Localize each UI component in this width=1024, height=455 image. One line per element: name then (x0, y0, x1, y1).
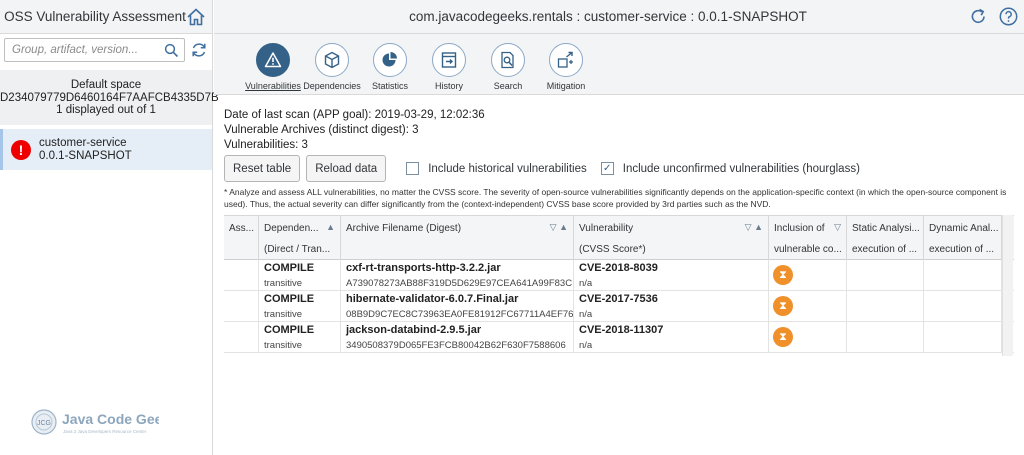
tab-label: History (434, 81, 463, 91)
archives-text: Vulnerable Archives (distinct digest): 3 (224, 124, 419, 136)
cell-inclusion: ⧗ (769, 291, 847, 322)
error-icon: ! (11, 139, 31, 160)
mitigation-icon (557, 51, 573, 68)
cell-static (847, 291, 924, 322)
tab-search[interactable]: Search (478, 43, 538, 91)
list-item-customer-service[interactable]: ! customer-service 0.0.1-SNAPSHOT (0, 129, 212, 170)
table-row[interactable]: COMPILE transitive jackson-databind-2.9.… (224, 322, 1014, 353)
cell-inclusion: ⧗ (769, 322, 847, 353)
cell-archive: hibernate-validator-6.0.7.Final.jar 08B9… (341, 291, 574, 322)
filter-icon[interactable]: ▽ (834, 222, 841, 233)
cell-assessment (224, 322, 259, 353)
hourglass-icon: ⧗ (773, 296, 793, 316)
reload-icon[interactable] (969, 7, 988, 26)
space-info: Default space D234079779D6460164F7AAFCB4… (0, 70, 219, 125)
column-static-analysis[interactable]: Static Analysi... execution of ... (847, 216, 924, 260)
sort-icon[interactable]: ▲ (326, 222, 335, 232)
column-assessment[interactable]: Ass... (224, 216, 259, 260)
cell-dynamic (924, 291, 1002, 322)
item-name: customer-service (39, 137, 127, 149)
column-vulnerability[interactable]: Vulnerability (CVSS Score*) ▽ ▲ (574, 216, 769, 260)
hourglass-icon: ⧗ (773, 265, 793, 285)
vulnerabilities-table: Ass... Dependen... (Direct / Tran... ▲ A… (224, 215, 1014, 353)
home-icon[interactable] (186, 7, 206, 27)
search-icon[interactable] (164, 43, 179, 58)
historical-checkbox[interactable] (406, 162, 420, 175)
logo-badge: JCG (37, 420, 51, 427)
cell-archive: jackson-databind-2.9.5.jar 3490508379D06… (341, 322, 574, 353)
reset-table-button[interactable]: Reset table (224, 155, 301, 182)
hourglass-icon: ⧗ (773, 327, 793, 347)
cell-archive: cxf-rt-transports-http-3.2.2.jar A739078… (341, 260, 574, 291)
item-version: 0.0.1-SNAPSHOT (39, 149, 132, 162)
space-name: Default space (70, 79, 142, 91)
cell-inclusion: ⧗ (769, 260, 847, 291)
tab-label: Vulnerabilities (245, 81, 301, 91)
history-icon (441, 52, 457, 68)
scan-info: Date of last scan (APP goal): 2019-03-29… (224, 108, 485, 153)
search-input[interactable] (12, 40, 164, 60)
tab-label: Search (493, 81, 523, 91)
table-header: Ass... Dependen... (Direct / Tran... ▲ A… (224, 216, 1014, 260)
help-icon[interactable] (999, 7, 1018, 26)
cell-vulnerability[interactable]: CVE-2018-8039 n/a (574, 260, 769, 291)
historical-checkbox-label: Include historical vulnerabilities (428, 162, 587, 175)
space-id: D234079779D6460164F7AAFCB4335D7B (0, 91, 219, 104)
cell-dependency: COMPILE transitive (259, 291, 341, 322)
cell-vulnerability[interactable]: CVE-2017-7536 n/a (574, 291, 769, 322)
cell-dynamic (924, 322, 1002, 353)
tab-label: Dependencies (303, 81, 361, 91)
last-scan-text: Date of last scan (APP goal): 2019-03-29… (224, 109, 485, 121)
cube-icon (324, 51, 340, 69)
search-row (0, 34, 212, 66)
table-row[interactable]: COMPILE transitive cxf-rt-transports-htt… (224, 260, 1014, 291)
app-title: OSS Vulnerability Assessment (4, 9, 186, 24)
vulnerabilities-count: Vulnerabilities: 3 (224, 139, 308, 151)
column-dynamic-analysis[interactable]: Dynamic Anal... execution of ... (924, 216, 1002, 260)
icon-tab-bar: Vulnerabilities Dependencies Statistics (214, 34, 1024, 95)
page-title: com.javacodegeeks.rentals : customer-ser… (409, 9, 807, 24)
cell-dependency: COMPILE transitive (259, 322, 341, 353)
java-code-geeks-logo: JCG Java Code Geeks Java 2 Java Develope… (31, 409, 159, 435)
tab-label: Mitigation (546, 81, 586, 91)
space-count: 1 displayed out of 1 (56, 104, 156, 116)
filter-sort-icon[interactable]: ▽ ▲ (550, 222, 568, 233)
cvss-note: * Analyze and assess ALL vulnerabilities… (224, 187, 1007, 209)
tab-mitigation[interactable]: Mitigation (536, 43, 596, 91)
cell-assessment (224, 291, 259, 322)
column-dependency[interactable]: Dependen... (Direct / Tran... ▲ (259, 216, 341, 260)
tab-label: Statistics (371, 81, 408, 91)
table-row[interactable]: COMPILE transitive hibernate-validator-6… (224, 291, 1014, 322)
pie-chart-icon (382, 52, 397, 67)
column-inclusion[interactable]: Inclusion of vulnerable co... ▽ (769, 216, 847, 260)
column-archive[interactable]: Archive Filename (Digest) ▽ ▲ (341, 216, 574, 260)
unconfirmed-checkbox-label: Include unconfirmed vulnerabilities (hou… (622, 162, 860, 175)
tab-history[interactable]: History (419, 43, 479, 91)
reload-data-button[interactable]: Reload data (306, 155, 387, 182)
left-header: OSS Vulnerability Assessment (0, 0, 212, 34)
toolbar: Reset table Reload data Include historic… (224, 155, 860, 182)
list-item-text: customer-service 0.0.1-SNAPSHOT (39, 137, 132, 162)
tab-dependencies[interactable]: Dependencies (302, 43, 362, 91)
cell-assessment (224, 260, 259, 291)
search-doc-icon (501, 51, 514, 69)
logo-brand: Java Code Geeks (62, 411, 159, 427)
filter-sort-icon[interactable]: ▽ ▲ (745, 222, 763, 233)
refresh-icon[interactable] (190, 41, 208, 59)
logo-tagline: Java 2 Java Developers Resource Center (63, 429, 147, 434)
cell-vulnerability[interactable]: CVE-2018-11307 n/a (574, 322, 769, 353)
cell-dynamic (924, 260, 1002, 291)
unconfirmed-checkbox[interactable]: ✓ (600, 162, 614, 175)
tab-statistics[interactable]: Statistics (360, 43, 420, 91)
warning-icon (264, 52, 282, 68)
cell-static (847, 322, 924, 353)
left-pane: OSS Vulnerability Assessment Default spa… (0, 0, 219, 455)
search-field[interactable] (4, 38, 185, 62)
cell-dependency: COMPILE transitive (259, 260, 341, 291)
table-scrollbar[interactable] (1002, 215, 1013, 356)
right-header: com.javacodegeeks.rentals : customer-ser… (214, 0, 1024, 34)
tab-vulnerabilities[interactable]: Vulnerabilities (243, 43, 303, 91)
cell-static (847, 260, 924, 291)
